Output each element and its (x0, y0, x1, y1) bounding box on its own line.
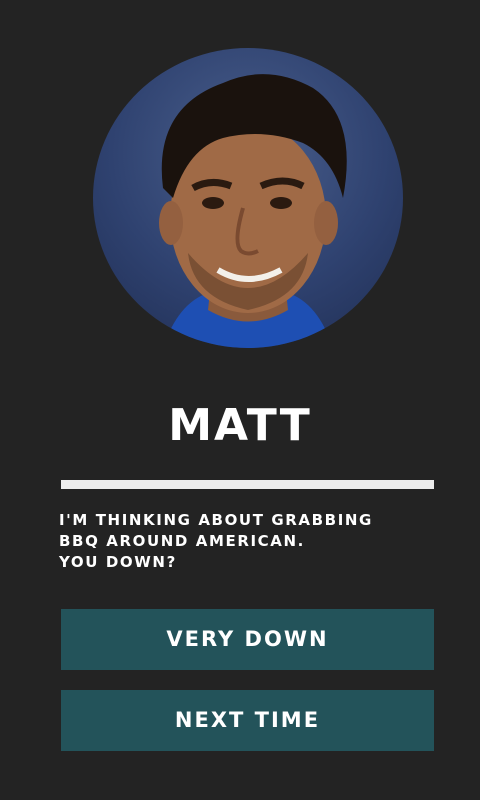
message-line: I'M THINKING ABOUT GRABBING (59, 511, 373, 529)
profile-name: MATT (168, 400, 312, 451)
person-photo (159, 74, 347, 348)
message-line: YOU DOWN? (59, 553, 177, 571)
name-divider (61, 480, 434, 489)
profile-avatar (93, 48, 403, 348)
very-down-button[interactable]: VERY DOWN (61, 609, 434, 670)
invite-message: I'M THINKING ABOUT GRABBING BBQ AROUND A… (59, 510, 419, 573)
invite-screen: MATT I'M THINKING ABOUT GRABBING BBQ ARO… (0, 0, 480, 800)
next-time-button[interactable]: NEXT TIME (61, 690, 434, 751)
message-line: BBQ AROUND AMERICAN. (59, 532, 305, 550)
